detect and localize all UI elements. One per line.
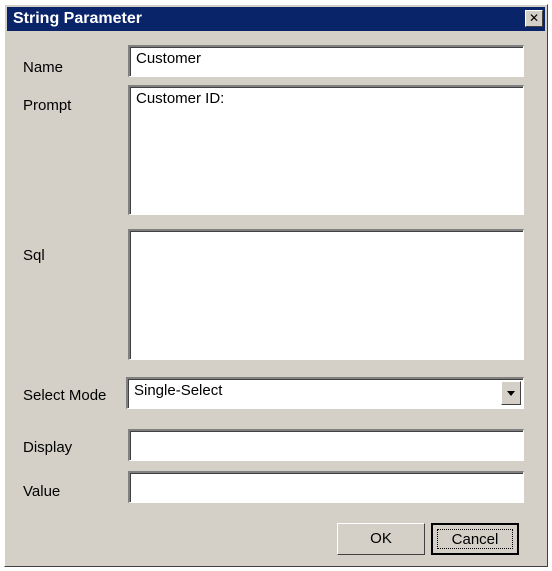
- prompt-label: Prompt: [23, 97, 72, 114]
- ok-button-label: OK: [370, 530, 392, 547]
- name-input-value: Customer: [136, 50, 202, 67]
- ok-button[interactable]: OK: [337, 523, 425, 555]
- select-mode-label: Select Mode: [23, 387, 107, 404]
- value-label: Value: [23, 483, 61, 500]
- select-mode-value: Single-Select: [134, 382, 223, 399]
- select-mode-dropdown[interactable]: Single-Select: [126, 377, 524, 409]
- close-icon: ✕: [528, 11, 540, 25]
- name-label: Name: [23, 59, 64, 76]
- string-parameter-dialog: String Parameter ✕ Name Customer Prompt …: [4, 4, 548, 567]
- prompt-textarea-value: Customer ID:: [136, 90, 225, 107]
- close-button[interactable]: ✕: [525, 10, 543, 27]
- cancel-button-label: Cancel: [451, 531, 499, 548]
- sql-label: Sql: [23, 247, 45, 264]
- value-input[interactable]: [128, 471, 524, 503]
- display-input[interactable]: [128, 429, 524, 461]
- window-title: String Parameter: [13, 10, 142, 27]
- sql-textarea[interactable]: [128, 229, 524, 360]
- title-bar[interactable]: String Parameter ✕: [7, 7, 545, 31]
- prompt-textarea[interactable]: Customer ID:: [128, 85, 524, 215]
- focus-rect: Cancel: [437, 529, 513, 549]
- name-input[interactable]: Customer: [128, 45, 524, 77]
- cancel-button[interactable]: Cancel: [431, 523, 519, 555]
- chevron-down-icon[interactable]: [501, 381, 521, 405]
- display-label: Display: [23, 439, 73, 456]
